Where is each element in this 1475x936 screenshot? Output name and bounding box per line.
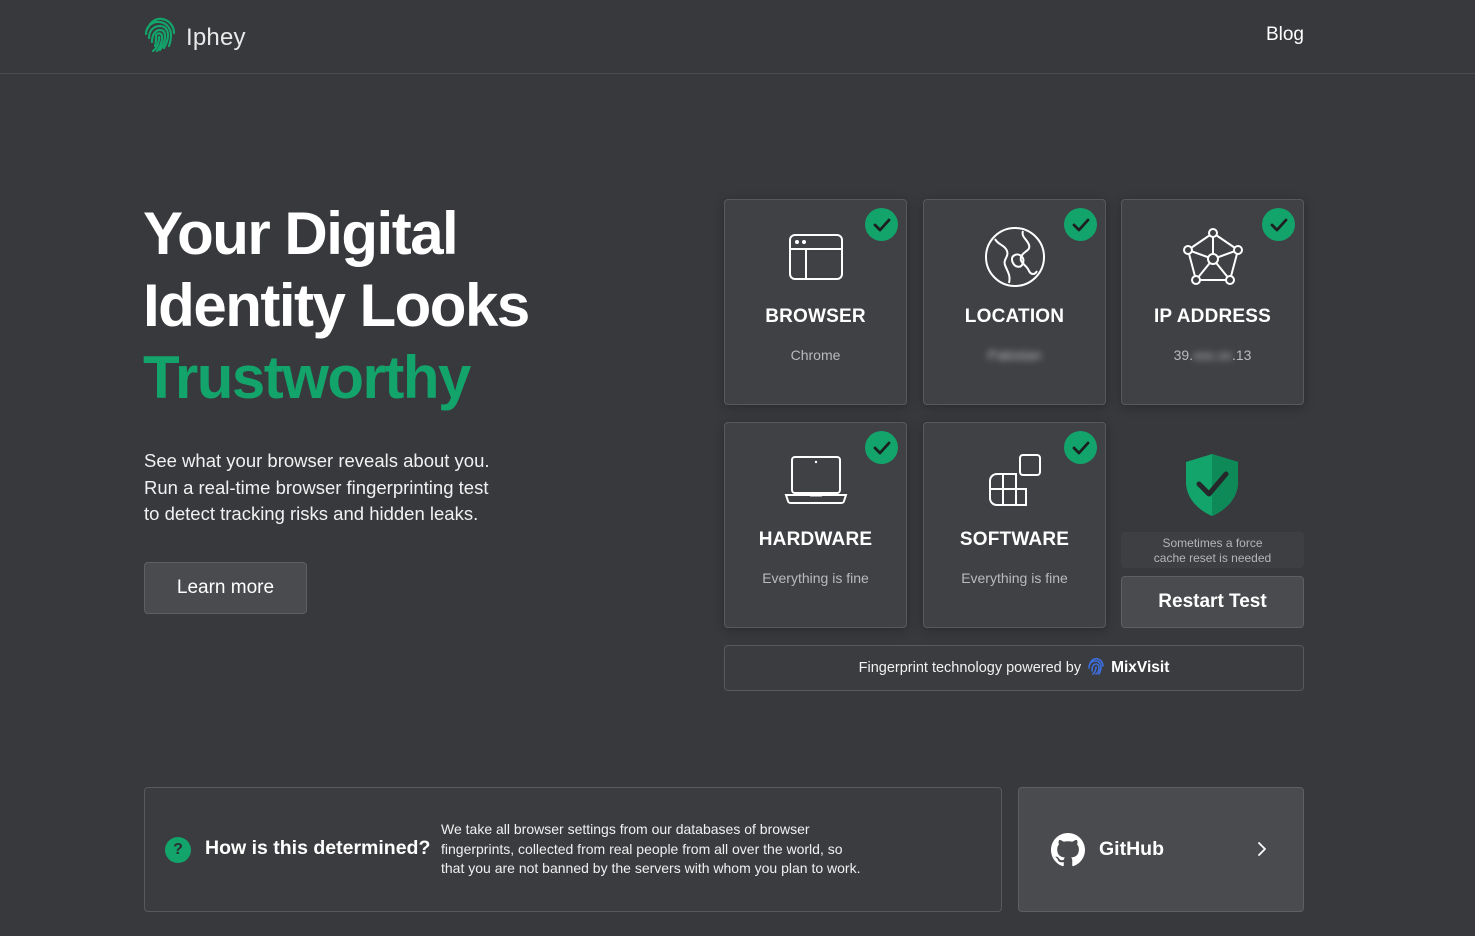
github-icon <box>1051 833 1085 872</box>
ip-suffix: .13 <box>1231 347 1252 363</box>
network-icon <box>1178 222 1248 292</box>
fingerprint-icon <box>143 16 177 59</box>
status-panel: Sometimes a force cache reset is needed … <box>1121 422 1304 628</box>
question-icon: ? <box>165 837 191 863</box>
chevron-right-icon <box>1257 841 1267 862</box>
hero-title-line2: Identity Looks <box>143 272 530 339</box>
info-text-line2: fingerprints, collected from real people… <box>441 840 843 857</box>
mixvisit-brand: MixVisit <box>1111 659 1170 676</box>
logo-text: Iphey <box>186 23 246 51</box>
how-determined-box: ? How is this determined? We take all br… <box>144 787 1002 912</box>
powered-by-bar[interactable]: Fingerprint technology powered by MixVis… <box>724 645 1304 691</box>
check-icon <box>1064 208 1097 241</box>
hero-desc-line1: See what your browser reveals about you. <box>144 450 490 471</box>
ip-address-card-value: 39.xxx.xx.13 <box>1122 347 1303 363</box>
info-text-line1: We take all browser settings from our da… <box>441 821 810 837</box>
hero-title-accent: Trustworthy <box>143 344 471 411</box>
check-icon <box>865 431 898 464</box>
hero-desc-line2: Run a real-time browser fingerprinting t… <box>144 476 489 498</box>
mixvisit-logo-icon <box>1087 657 1105 679</box>
cache-note-line1: Sometimes a force <box>1162 536 1263 550</box>
hardware-card[interactable]: HARDWARE Everything is fine <box>724 422 907 628</box>
info-text-line3: that you are not banned by the servers w… <box>441 860 861 876</box>
hardware-card-value: Everything is fine <box>762 570 869 586</box>
location-card-label: LOCATION <box>964 306 1065 327</box>
github-label: GitHub <box>1099 838 1164 860</box>
cache-note: Sometimes a force cache reset is needed <box>1121 532 1304 568</box>
check-icon <box>1064 431 1097 464</box>
browser-card-label: BROWSER <box>765 306 866 327</box>
software-card[interactable]: SOFTWARE Everything is fine <box>923 422 1106 628</box>
browser-card[interactable]: BROWSER Chrome <box>724 199 907 405</box>
ip-address-card[interactable]: IP ADDRESS 39.xxx.xx.13 <box>1121 199 1304 405</box>
laptop-icon <box>781 445 851 515</box>
blog-link[interactable]: Blog <box>1266 24 1304 46</box>
github-link-card[interactable]: GitHub <box>1018 787 1304 912</box>
hero-description: See what your browser reveals about you.… <box>144 448 524 528</box>
location-card-value: Pakistan <box>987 347 1042 363</box>
apps-icon <box>980 445 1050 515</box>
hero-title-line1: Your Digital <box>143 200 459 267</box>
learn-more-button[interactable]: Learn more <box>144 562 307 614</box>
top-navbar: Iphey Blog <box>0 0 1475 74</box>
powered-by-text: Fingerprint technology powered by <box>858 660 1082 676</box>
cache-note-line2: cache reset is needed <box>1153 551 1272 565</box>
check-icon <box>1262 208 1295 241</box>
logo[interactable]: Iphey <box>143 16 246 59</box>
hero-title: Your Digital Identity Looks Trustworthy <box>143 198 530 414</box>
shield-check-icon <box>1184 452 1240 523</box>
location-card[interactable]: LOCATION Pakistan <box>923 199 1106 405</box>
ip-address-card-label: IP ADDRESS <box>1153 306 1272 327</box>
hero-desc-line3: to detect tracking risks and hidden leak… <box>144 503 479 524</box>
ip-hidden: xxx.xx <box>1193 347 1232 363</box>
browser-card-value: Chrome <box>790 347 841 363</box>
how-determined-text: We take all browser settings from our da… <box>441 820 881 879</box>
restart-test-button[interactable]: Restart Test <box>1121 576 1304 628</box>
ip-prefix: 39. <box>1173 347 1194 363</box>
browser-window-icon <box>781 222 851 292</box>
how-determined-title: How is this determined? <box>205 837 431 859</box>
check-icon <box>865 208 898 241</box>
software-card-value: Everything is fine <box>961 570 1068 586</box>
software-card-label: SOFTWARE <box>959 529 1070 550</box>
globe-icon <box>980 222 1050 292</box>
hardware-card-label: HARDWARE <box>758 529 873 550</box>
